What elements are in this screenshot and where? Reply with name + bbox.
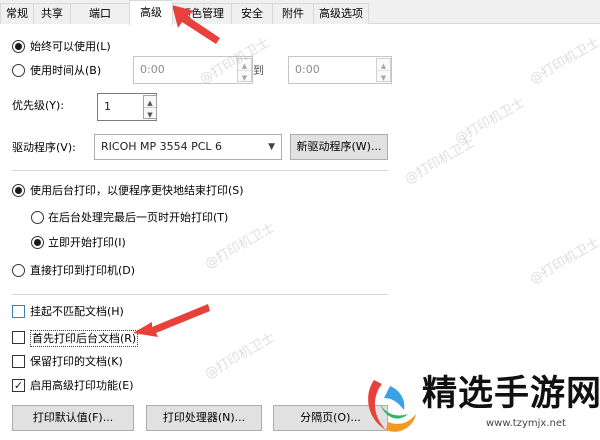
tab-sharing[interactable]: 共享 — [33, 3, 71, 24]
site-logo: 精选手游网 www.tzymjx.net — [360, 370, 600, 440]
start-after-last-page-label[interactable]: 在后台处理完最后一页时开始打印(T) — [48, 210, 228, 225]
available-from-label[interactable]: 使用时间从(B) — [30, 63, 101, 78]
start-immediately-label[interactable]: 立即开始打印(I) — [48, 235, 126, 250]
tab-general[interactable]: 常规 — [0, 3, 34, 24]
driver-select[interactable]: RICOH MP 3554 PCL 6 ▼ — [94, 134, 282, 160]
tab-advanced[interactable]: 高级 — [129, 0, 173, 25]
separator — [12, 294, 388, 295]
print-spooled-first-checkbox[interactable] — [12, 331, 25, 344]
time-from-spinner[interactable]: ▲ ▼ — [237, 58, 252, 82]
new-driver-button[interactable]: 新驱动程序(W)... — [290, 134, 388, 160]
advanced-features-checkbox[interactable]: ✓ — [12, 379, 25, 392]
red-arrow-icon — [172, 5, 220, 44]
driver-select-value: RICOH MP 3554 PCL 6 — [101, 140, 223, 153]
time-from-field[interactable]: 0:00 — [133, 56, 253, 84]
available-from-radio[interactable] — [12, 64, 25, 77]
spool-radio[interactable] — [12, 184, 25, 197]
watermark: @打印机卫士 — [202, 330, 278, 383]
to-label: 到 — [253, 64, 264, 77]
red-arrow-icon — [133, 304, 210, 337]
logo-mark-icon — [368, 380, 416, 432]
driver-label: 驱动程序(V): — [12, 141, 76, 154]
start-after-last-page-radio[interactable] — [31, 211, 44, 224]
logo-name: 精选手游网 — [422, 374, 600, 414]
print-spooled-first-label[interactable]: 首先打印后台文档(R) — [30, 330, 139, 347]
watermark: @打印机卫士 — [202, 220, 278, 273]
tab-strip: 常规 共享 端口 高级 颜色管理 安全 附件 高级选项 — [0, 0, 600, 25]
time-to-spinner[interactable]: ▲ ▼ — [376, 58, 391, 82]
priority-spinner[interactable]: ▲ ▼ — [143, 95, 157, 119]
chevron-down-icon: ▼ — [268, 142, 275, 152]
advanced-features-label[interactable]: 启用高级打印功能(E) — [30, 378, 134, 393]
tab-advanced-options[interactable]: 高级选项 — [313, 3, 369, 24]
separator — [12, 170, 388, 171]
keep-printed-label[interactable]: 保留打印的文档(K) — [30, 354, 123, 369]
always-available-radio[interactable] — [12, 40, 25, 53]
keep-printed-checkbox[interactable] — [12, 355, 25, 368]
start-immediately-radio[interactable] — [31, 236, 44, 249]
print-direct-label[interactable]: 直接打印到打印机(D) — [30, 263, 135, 278]
watermark: @打印机卫士 — [402, 135, 478, 188]
tab-ports[interactable]: 端口 — [70, 3, 130, 24]
spool-label[interactable]: 使用后台打印，以便程序更快地结束打印(S) — [30, 183, 244, 198]
watermark: @打印机卫士 — [527, 35, 600, 88]
always-available-label[interactable]: 始终可以使用(L) — [30, 39, 111, 54]
logo-url: www.tzymjx.net — [486, 418, 566, 429]
hold-mismatched-label[interactable]: 挂起不匹配文档(H) — [30, 304, 124, 319]
printing-defaults-button[interactable]: 打印默认值(F)... — [12, 405, 134, 431]
watermark: @打印机卫士 — [527, 235, 600, 288]
print-processor-button[interactable]: 打印处理器(N)... — [146, 405, 262, 431]
tab-attachments[interactable]: 附件 — [272, 3, 314, 24]
priority-label: 优先级(Y): — [12, 99, 65, 112]
tab-security[interactable]: 安全 — [231, 3, 273, 24]
hold-mismatched-checkbox[interactable] — [12, 305, 25, 318]
watermark: @打印机卫士 — [452, 95, 528, 148]
print-direct-radio[interactable] — [12, 264, 25, 277]
